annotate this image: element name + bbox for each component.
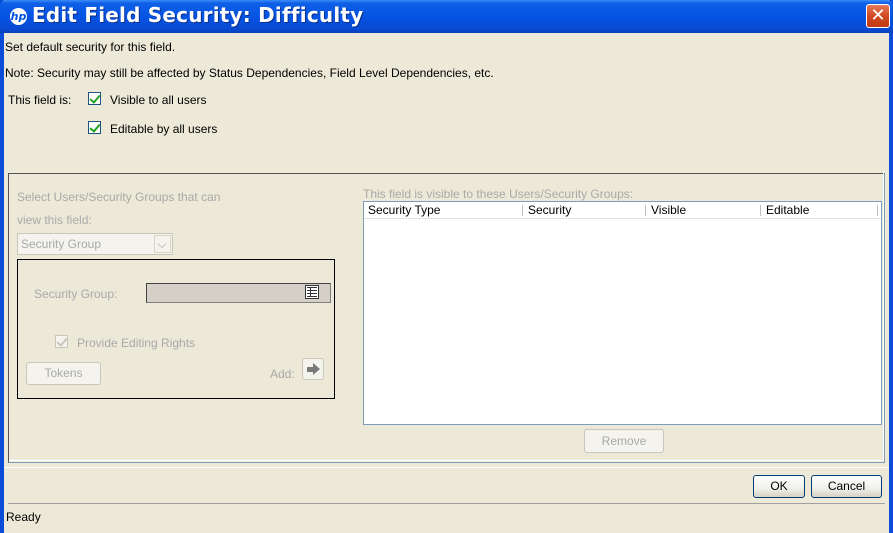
status-text: Ready: [6, 510, 41, 524]
title-bar[interactable]: hp Edit Field Security: Difficulty ✕: [0, 0, 893, 33]
column-divider[interactable]: [877, 205, 878, 216]
add-arrow-icon[interactable]: [302, 358, 324, 380]
chevron-down-icon[interactable]: [154, 235, 171, 253]
visible-to-heading: This field is visible to these Users/Sec…: [363, 187, 634, 201]
dialog-content: Set default security for this field. Not…: [4, 33, 889, 533]
add-label: Add:: [270, 367, 295, 381]
lookup-list-icon[interactable]: [305, 285, 319, 299]
hp-logo-icon: hp: [10, 8, 27, 25]
window-title: Edit Field Security: Difficulty: [32, 3, 364, 27]
col-security[interactable]: Security: [524, 203, 645, 218]
provide-editing-checkbox[interactable]: [55, 335, 68, 348]
col-visible[interactable]: Visible: [647, 203, 759, 218]
ok-button[interactable]: OK: [753, 475, 805, 498]
column-divider[interactable]: [760, 205, 761, 216]
security-table[interactable]: Security Type Security Visible Editable: [363, 201, 882, 425]
security-type-value: Security Group: [21, 237, 102, 251]
intro-text: Set default security for this field.: [5, 40, 176, 54]
tokens-button[interactable]: Tokens: [26, 362, 101, 385]
column-divider[interactable]: [645, 205, 646, 216]
select-users-label-2: view this field:: [17, 213, 92, 227]
col-editable[interactable]: Editable: [762, 203, 880, 218]
editable-by-all-label: Editable by all users: [110, 122, 218, 136]
col-security-type[interactable]: Security Type: [364, 203, 522, 218]
cancel-button[interactable]: Cancel: [811, 475, 882, 498]
select-users-label: Select Users/Security Groups that can: [17, 190, 221, 204]
editable-by-all-checkbox[interactable]: [88, 121, 101, 134]
field-is-label: This field is:: [8, 93, 72, 107]
security-group-label: Security Group:: [34, 287, 118, 301]
visible-to-all-label: Visible to all users: [110, 93, 207, 107]
security-group-field[interactable]: [146, 283, 331, 303]
remove-button[interactable]: Remove: [584, 429, 664, 453]
close-button[interactable]: ✕: [866, 4, 890, 28]
security-type-select[interactable]: Security Group: [17, 233, 173, 255]
status-bar: Ready: [6, 503, 885, 529]
column-divider[interactable]: [522, 205, 523, 216]
provide-editing-label: Provide Editing Rights: [77, 336, 196, 350]
table-header: Security Type Security Visible Editable: [364, 202, 881, 219]
visible-to-all-checkbox[interactable]: [88, 92, 101, 105]
note-text: Note: Security may still be affected by …: [5, 66, 494, 80]
